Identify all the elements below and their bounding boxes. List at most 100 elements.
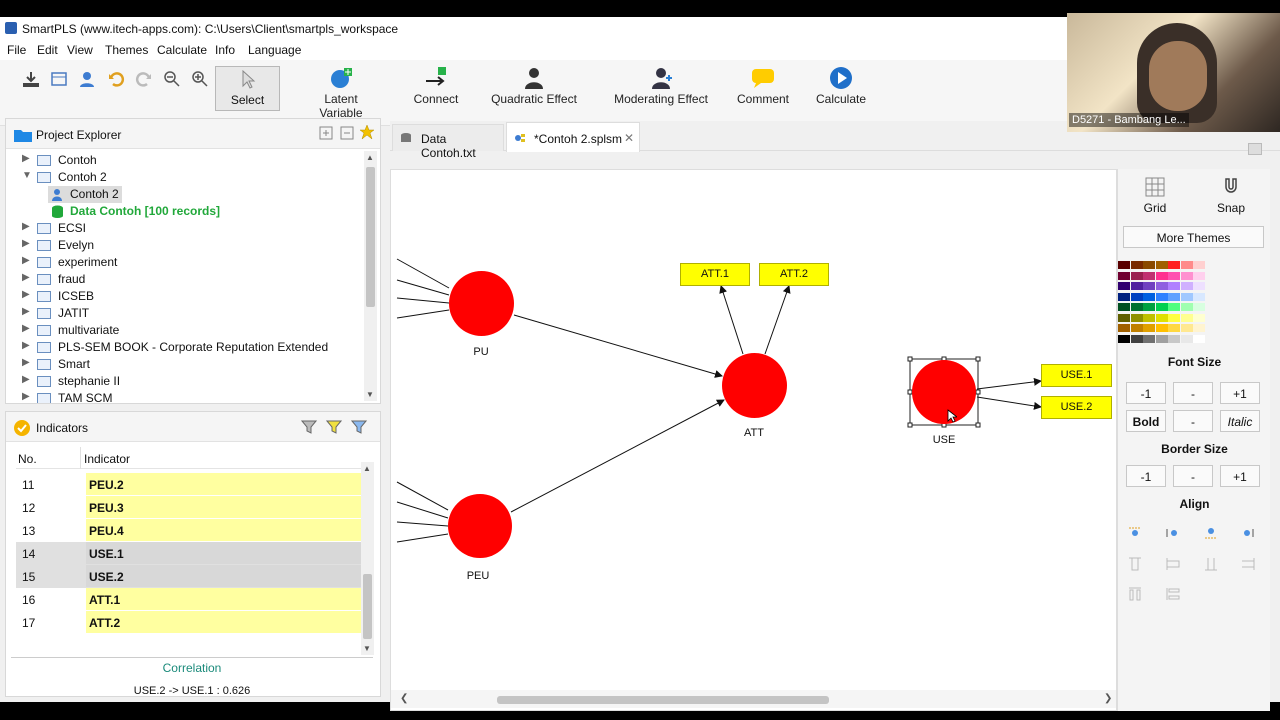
table-row-selected[interactable]: 14 USE.1 [16, 542, 361, 565]
user-model-icon[interactable] [76, 68, 98, 90]
color-swatch[interactable] [1168, 313, 1180, 322]
chevron-down-icon[interactable]: ▼ [22, 170, 32, 181]
color-swatch[interactable] [1180, 261, 1193, 269]
color-swatch[interactable] [1143, 313, 1155, 322]
peu-indicator-arrow[interactable] [396, 481, 449, 511]
color-swatch[interactable] [1180, 282, 1193, 290]
moderating-effect-button[interactable]: Moderating Effect [612, 64, 710, 106]
color-swatch[interactable] [1193, 292, 1205, 301]
tree-item-smart[interactable]: ▶ Smart [6, 356, 356, 373]
chevron-right-icon[interactable]: ▶ [22, 272, 30, 283]
pu-indicator-arrow[interactable] [396, 309, 450, 319]
color-swatch[interactable] [1193, 303, 1205, 311]
chevron-right-icon[interactable]: ▶ [22, 323, 30, 334]
color-swatch[interactable] [1130, 313, 1143, 322]
calculate-button[interactable]: Calculate [812, 64, 870, 106]
table-row[interactable]: 11 PEU.2 [16, 473, 361, 496]
color-palette[interactable] [1118, 261, 1271, 346]
style-reset-button[interactable]: - [1173, 410, 1213, 432]
tree-item-contoh[interactable]: ▶ Contoh [6, 152, 356, 169]
import-data-icon[interactable] [48, 68, 70, 90]
align-bottom-icon[interactable] [1165, 556, 1181, 572]
color-swatch[interactable] [1180, 313, 1193, 322]
filter-icon[interactable] [300, 419, 318, 438]
chevron-right-icon[interactable]: ▶ [22, 153, 30, 164]
indicator-att1[interactable]: ATT.1 [680, 263, 750, 286]
border-size-reset-button[interactable]: - [1173, 465, 1213, 487]
menu-file[interactable]: File [7, 43, 26, 57]
collapse-all-icon[interactable] [340, 126, 354, 143]
color-swatch[interactable] [1143, 261, 1155, 269]
select-button[interactable]: Select [215, 66, 280, 111]
chevron-right-icon[interactable]: ▶ [22, 391, 30, 402]
tree-item-multivariate[interactable]: ▶ multivariate [6, 322, 356, 339]
scroll-up-icon[interactable]: ▲ [366, 153, 374, 162]
italic-button[interactable]: Italic [1220, 410, 1260, 432]
scroll-thumb[interactable] [366, 167, 375, 307]
color-swatch[interactable] [1143, 334, 1155, 343]
scroll-thumb[interactable] [363, 574, 372, 639]
chevron-right-icon[interactable]: ▶ [22, 289, 30, 300]
scroll-left-icon[interactable]: ❮ [400, 693, 408, 704]
chevron-right-icon[interactable]: ▶ [22, 374, 30, 385]
latent-variable-att[interactable] [722, 353, 787, 418]
path-pu-att[interactable] [513, 314, 723, 378]
color-swatch[interactable] [1180, 292, 1193, 301]
indicators-scrollbar[interactable]: ▲ ▼ [361, 462, 374, 655]
att2-loading-arrow[interactable] [764, 285, 791, 355]
color-swatch[interactable] [1193, 313, 1205, 322]
tree-item-fraud[interactable]: ▶ fraud [6, 271, 356, 288]
tree-item-ecsi[interactable]: ▶ ECSI [6, 220, 356, 237]
menu-themes[interactable]: Themes [105, 43, 148, 57]
column-header-indicator[interactable]: Indicator [84, 452, 130, 466]
color-swatch[interactable] [1193, 324, 1205, 332]
latent-variable-button[interactable]: Latent Variable [302, 64, 380, 120]
color-swatch[interactable] [1168, 261, 1180, 269]
color-swatch[interactable] [1155, 303, 1168, 311]
chevron-right-icon[interactable]: ▶ [22, 255, 30, 266]
indicator-use1[interactable]: USE.1 [1041, 364, 1112, 387]
color-swatch[interactable] [1180, 271, 1193, 280]
tree-item-tam-scm[interactable]: ▶ TAM SCM [6, 390, 356, 403]
tree-item-experiment[interactable]: ▶ experiment [6, 254, 356, 271]
menu-edit[interactable]: Edit [37, 43, 58, 57]
use2-loading-arrow[interactable] [976, 396, 1042, 410]
peu-indicator-arrow[interactable] [396, 521, 449, 527]
chevron-right-icon[interactable]: ▶ [22, 357, 30, 368]
align-right-icon[interactable] [1203, 525, 1219, 541]
grid-button[interactable] [1142, 177, 1168, 200]
chevron-right-icon[interactable]: ▶ [22, 340, 30, 351]
align-middle-icon[interactable] [1127, 556, 1143, 572]
distribute-vertical-icon[interactable] [1240, 556, 1256, 572]
color-swatch[interactable] [1118, 292, 1130, 301]
color-swatch[interactable] [1168, 324, 1180, 332]
scroll-thumb[interactable] [497, 696, 829, 704]
indicator-att2[interactable]: ATT.2 [759, 263, 829, 286]
latent-variable-peu[interactable] [448, 494, 512, 558]
color-swatch[interactable] [1193, 282, 1205, 290]
font-size-increase-button[interactable]: +1 [1220, 382, 1260, 404]
border-size-decrease-button[interactable]: -1 [1126, 465, 1166, 487]
menu-language[interactable]: Language [248, 43, 301, 57]
align-top-icon[interactable] [1240, 525, 1256, 541]
maximize-icon[interactable] [1248, 143, 1262, 155]
tree-item-evelyn[interactable]: ▶ Evelyn [6, 237, 356, 254]
color-swatch[interactable] [1155, 313, 1168, 322]
color-swatch[interactable] [1130, 271, 1143, 280]
font-size-reset-button[interactable]: - [1173, 382, 1213, 404]
color-swatch[interactable] [1168, 292, 1180, 301]
color-swatch[interactable] [1143, 292, 1155, 301]
quadratic-effect-button[interactable]: Quadratic Effect [490, 64, 578, 106]
tree-item-stephanie-ii[interactable]: ▶ stephanie II [6, 373, 356, 390]
zoom-out-icon[interactable] [161, 68, 183, 90]
color-swatch[interactable] [1130, 324, 1143, 332]
color-swatch[interactable] [1180, 303, 1193, 311]
color-swatch[interactable] [1118, 261, 1130, 269]
color-swatch[interactable] [1155, 271, 1168, 280]
filter-blue-icon[interactable] [350, 419, 368, 438]
color-swatch[interactable] [1193, 334, 1205, 343]
color-swatch[interactable] [1155, 282, 1168, 290]
model-canvas[interactable]: PU PEU ATT USE ATT.1 ATT.2 USE.1 USE.2 ❮… [390, 169, 1117, 711]
scroll-right-icon[interactable]: ❯ [1104, 693, 1112, 704]
color-swatch[interactable] [1155, 292, 1168, 301]
